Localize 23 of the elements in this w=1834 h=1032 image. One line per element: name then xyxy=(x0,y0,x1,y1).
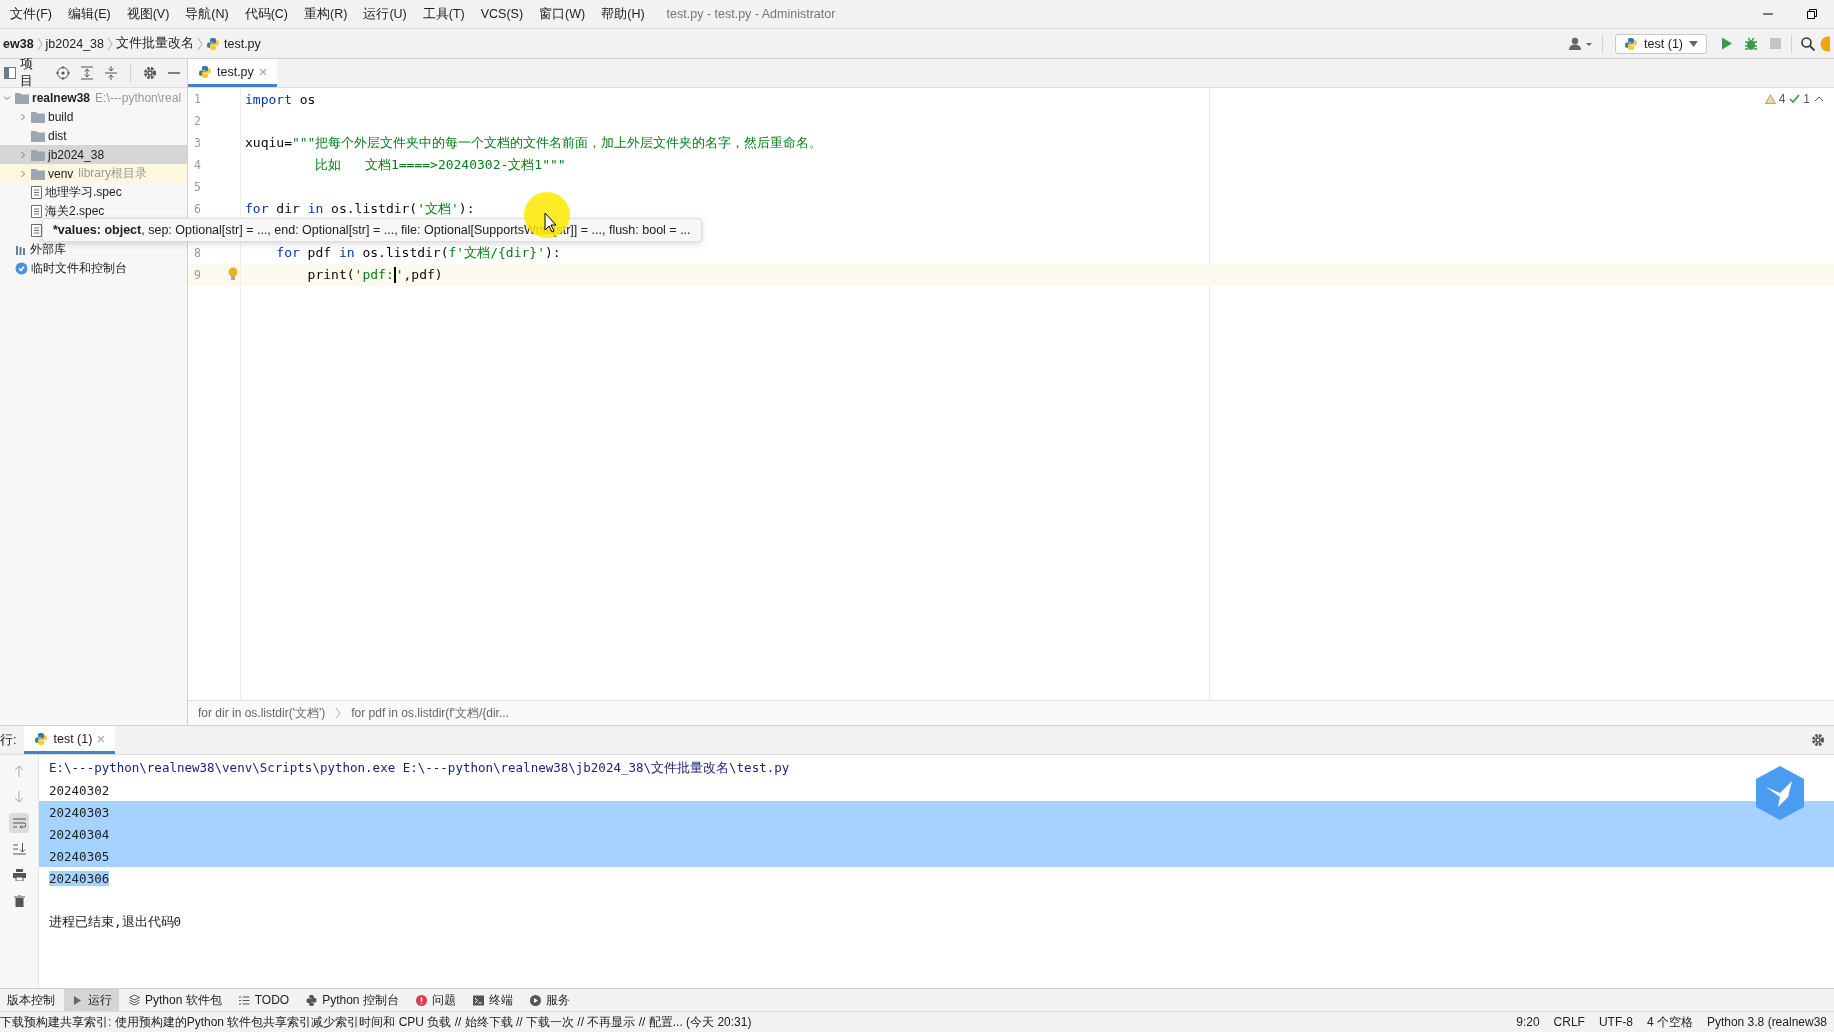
status-message: 下载预构建共享索引: 使用预构建的Python 软件包共享索引减少索引时间和 CPU 负载 // 始终下载 // 下载一次 // 不再显示 // 配置... (今天 20:31) xyxy=(0,1013,753,1031)
code-line: 比如 文档1====>20240302-文档1""" xyxy=(314,156,566,174)
console-line: 20240305 xyxy=(49,848,110,864)
code-line: import os xyxy=(244,91,316,107)
console-line: E:\---python\realnew38\venv\Scripts\python.exe E:\---python\realnew38\jb2024_38\文件批量改名\test.py xyxy=(49,759,790,777)
line-number: 3 xyxy=(193,136,202,150)
console-line: 20240303 xyxy=(49,804,110,820)
code-line: xuqiu="""把每个外层文件夹中的每一个文档的文件名前面，加上外层文件夹的名字，然后重命名。 xyxy=(244,134,823,152)
console-line: 进程已结束,退出代码0 xyxy=(49,913,182,931)
console-line: 20240304 xyxy=(49,826,110,842)
line-number: 5 xyxy=(193,180,202,194)
line-number: 9 xyxy=(193,268,202,282)
line-number: 4 xyxy=(193,158,202,172)
panel-label: 行: xyxy=(0,731,17,749)
line-number: 8 xyxy=(193,246,202,260)
code-line: for dir in os.listdir('文档'): xyxy=(244,200,475,218)
code-line: for pdf in os.listdir(f'文档/{dir}'): xyxy=(275,244,561,262)
console-line: 20240302 xyxy=(49,782,110,798)
line-number: 1 xyxy=(193,92,202,106)
code-line: print('pdf:',pdf) xyxy=(306,266,443,284)
line-number: 2 xyxy=(193,114,202,128)
line-number: 6 xyxy=(193,202,202,216)
window-title: test.py - test.py - Administrator xyxy=(666,7,836,21)
